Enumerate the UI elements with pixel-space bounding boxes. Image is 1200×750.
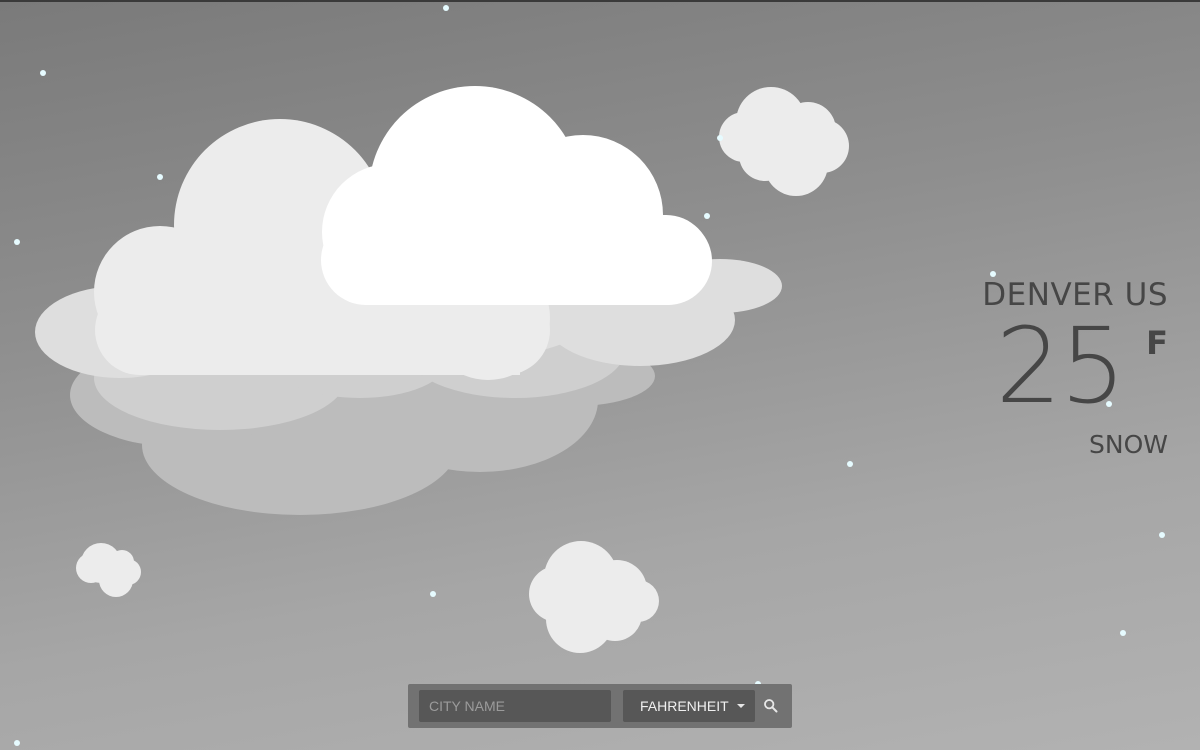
weather-readout: DENVER US 25 F SNOW <box>868 276 1168 459</box>
unit-dropdown-value: FAHRENHEIT <box>640 698 729 714</box>
search-button[interactable] <box>759 694 783 718</box>
search-icon <box>764 699 778 713</box>
chevron-down-icon <box>737 704 745 708</box>
temperature-value: 25 <box>995 305 1126 427</box>
unit-dropdown[interactable]: FAHRENHEIT <box>623 690 755 722</box>
cloud-front <box>321 86 712 305</box>
city-name-input[interactable] <box>419 690 611 722</box>
small-cloud-top-right <box>719 87 849 196</box>
temperature-row: 25 F <box>868 310 1168 422</box>
temperature-unit: F <box>1146 324 1168 362</box>
weather-condition: SNOW <box>1089 430 1168 459</box>
main-cloud-cluster <box>35 86 782 515</box>
small-cloud-bottom-left <box>76 543 141 597</box>
small-cloud-bottom-center <box>529 541 659 653</box>
search-controls: FAHRENHEIT <box>408 684 792 728</box>
